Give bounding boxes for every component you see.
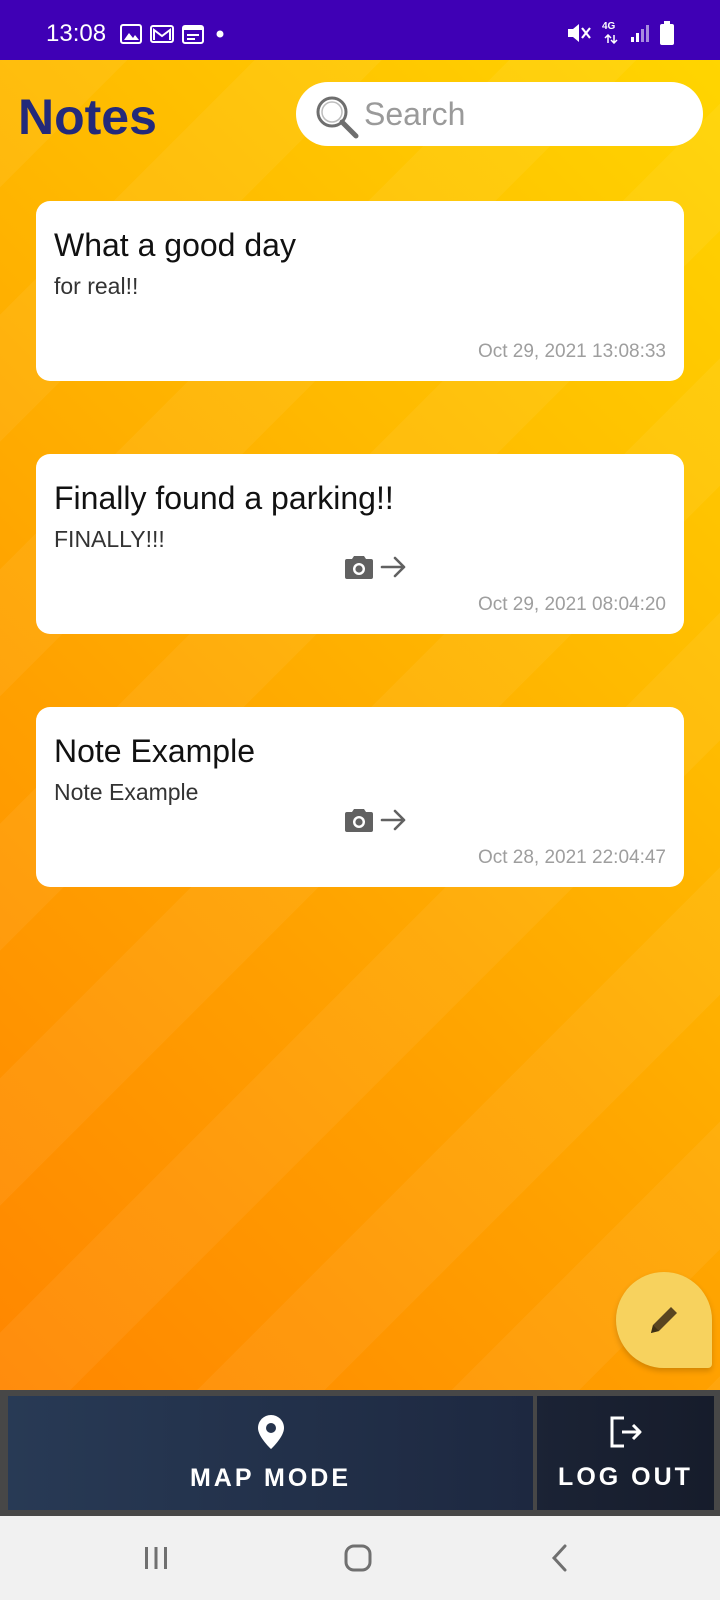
logout-icon (610, 1416, 641, 1447)
note-date: Oct 29, 2021 13:08:33 (477, 341, 666, 362)
back-button[interactable] (500, 1516, 620, 1600)
network-type-label: 4G (602, 21, 616, 32)
calendar-notification-icon (182, 25, 204, 44)
note-title: What a good day (54, 227, 296, 263)
note-card[interactable]: Note Example Note Example Oct 28, 2021 2… (36, 707, 684, 887)
pencil-icon (651, 1307, 677, 1333)
notes-screen: Notes What a good day for real!! Oct 29,… (0, 60, 720, 1390)
map-mode-button[interactable]: MAP MODE (8, 1396, 533, 1510)
recent-apps-icon (145, 1547, 167, 1569)
map-pin-icon (257, 1414, 284, 1449)
status-bar: 13:08 4G (0, 0, 720, 60)
arrow-right-icon (380, 809, 406, 831)
note-date: Oct 28, 2021 22:04:47 (477, 847, 666, 868)
recent-apps-button[interactable] (96, 1516, 216, 1600)
note-body: Note Example (54, 779, 199, 805)
camera-icon (345, 809, 373, 832)
note-body: FINALLY!!! (54, 526, 165, 552)
more-notifications-dot-icon (216, 30, 224, 38)
gallery-notification-icon (120, 24, 142, 44)
note-title: Note Example (54, 733, 255, 769)
photo-attachment-link[interactable] (344, 554, 408, 580)
gmail-notification-icon (150, 25, 174, 43)
photo-attachment-link[interactable] (344, 807, 408, 833)
page-title: Notes (18, 89, 157, 145)
search-input[interactable] (364, 90, 684, 138)
note-card[interactable]: Finally found a parking!! FINALLY!!! Oct… (36, 454, 684, 634)
bottom-action-bar: MAP MODE LOG OUT (0, 1390, 720, 1516)
battery-icon (660, 21, 674, 45)
network-4g-indicator: 4G (602, 21, 620, 45)
note-title: Finally found a parking!! (54, 480, 394, 516)
search-box[interactable] (296, 82, 703, 146)
home-button[interactable] (298, 1516, 418, 1600)
data-arrows-icon (604, 34, 618, 44)
back-icon (551, 1544, 567, 1572)
home-icon (344, 1544, 372, 1572)
mute-vibrate-icon (568, 24, 591, 42)
new-note-fab-button[interactable] (616, 1272, 712, 1368)
log-out-label: LOG OUT (558, 1462, 693, 1491)
system-navigation-bar (0, 1516, 720, 1600)
map-mode-label: MAP MODE (189, 1463, 352, 1492)
note-date: Oct 29, 2021 08:04:20 (477, 594, 666, 615)
note-body: for real!! (54, 273, 139, 299)
search-icon (316, 96, 359, 139)
note-card[interactable]: What a good day for real!! Oct 29, 2021 … (36, 201, 684, 381)
system-icons: 4G (566, 20, 674, 46)
signal-strength-icon (631, 25, 649, 42)
camera-icon (345, 556, 373, 579)
status-time: 13:08 (46, 20, 107, 47)
arrow-right-icon (380, 556, 406, 578)
log-out-button[interactable]: LOG OUT (537, 1396, 714, 1510)
notification-icons (120, 22, 228, 46)
